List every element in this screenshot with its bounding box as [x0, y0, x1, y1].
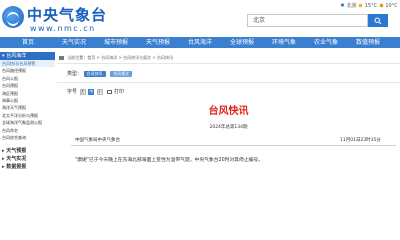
nav-agriculture[interactable]: 农业气象	[310, 37, 342, 48]
print-link[interactable]: 打印	[114, 89, 124, 95]
nav-typhoon-ocean[interactable]: 台风海洋	[184, 37, 216, 48]
search-icon	[374, 17, 382, 25]
sidebar-section-title[interactable]: ▾ 台风海洋	[0, 52, 55, 60]
sidebar-item-ocean-weather[interactable]: 海洋天气预报	[0, 104, 55, 111]
font-size-small-button[interactable]: 小	[96, 88, 103, 95]
type-filter: 类型： 台风快讯 台风报文	[67, 70, 135, 77]
chevron-right-icon: ▸	[2, 156, 5, 163]
sidebar-group-forecast[interactable]: ▸ 天气预报	[0, 147, 55, 155]
main-content: 当前位置：首页 > 台风海洋 > 台风快讯与报文 > 台风快讯 类型： 台风快讯…	[57, 52, 400, 240]
issue-number: 2024年总第134期	[209, 125, 248, 130]
article-body: "康妮"已于今天晚上在东海北部海面上变性为温带气旋，中央气象台20时对其停止编号…	[75, 158, 264, 163]
sidebar-item-maritime[interactable]: 海事公报	[0, 97, 55, 104]
publish-date: 11月01日23时35分	[340, 138, 381, 143]
type-chip-typhoon-report[interactable]: 台风报文	[110, 70, 133, 77]
search-input[interactable]: 北京	[247, 14, 368, 27]
divider	[57, 63, 400, 64]
font-size-label: 字号	[67, 89, 78, 95]
nav-weather-observation[interactable]: 天气实况	[58, 37, 90, 48]
print-icon[interactable]	[107, 89, 113, 94]
location-icon	[340, 3, 345, 8]
logo-icon[interactable]	[2, 6, 24, 28]
site-header: 中央气象台 www.nmc.cn 北京 15°C 10°C 北京	[0, 0, 400, 37]
nav-numerical[interactable]: 数值预报	[352, 37, 384, 48]
nav-weather-forecast[interactable]: 天气预报	[142, 37, 174, 48]
breadcrumb-typhoon-news[interactable]: 台风快讯与报文	[123, 55, 151, 60]
weather-widget[interactable]: 北京 15°C 10°C	[340, 2, 398, 9]
chevron-right-icon: ▸	[2, 164, 5, 171]
type-label: 类型：	[67, 71, 83, 77]
sidebar-item-global-ocean[interactable]: 全球海洋气象监测公报	[0, 119, 55, 126]
sidebar-item-typhoon-alert[interactable]: 台风快讯/台风预警	[0, 60, 55, 68]
chevron-down-icon: ▾	[2, 53, 5, 59]
sidebar-group-observation[interactable]: ▸ 天气实况	[0, 155, 55, 163]
breadcrumb-current: 台风快讯	[157, 55, 173, 60]
search-button[interactable]	[368, 14, 388, 27]
nav-global-forecast[interactable]: 全球预报	[226, 37, 258, 48]
main-nav: 首页 天气实况 城市预报 天气预报 台风海洋 全球预报 环境气象 农业气象 数值…	[0, 37, 400, 48]
sidebar-item-typhoon-naming[interactable]: 台风命名	[0, 127, 55, 134]
weather-icon	[358, 3, 363, 8]
type-chip-typhoon-alert[interactable]: 台风快讯	[83, 70, 106, 77]
sidebar-item-typhoon-bulletin[interactable]: 台风公报	[0, 75, 55, 82]
divider	[71, 145, 396, 146]
home-icon	[59, 56, 64, 60]
sidebar-item-sea-area[interactable]: 海区预报	[0, 90, 55, 97]
sidebar-item-typhoon-query[interactable]: 台风综合查询	[0, 134, 55, 141]
chevron-right-icon: ▸	[2, 148, 5, 155]
small-weather-icon	[379, 3, 384, 8]
sidebar: ▾ 台风海洋 台风快讯/台风预警 台风路径预报 台风公报 台风预报 海区预报 海…	[0, 52, 55, 240]
article-tools: 字号 大 中 小 打印	[67, 88, 124, 95]
sidebar-item-typhoon-track[interactable]: 台风路径预报	[0, 67, 55, 74]
font-size-medium-button[interactable]: 中	[88, 88, 95, 95]
site-url: www.nmc.cn	[30, 24, 96, 33]
publisher: 中国气象局中央气象台	[75, 138, 120, 143]
sidebar-item-north-pacific[interactable]: 北太平洋分析与预报	[0, 112, 55, 119]
breadcrumb: 当前位置：首页 > 台风海洋 > 台风快讯与报文 > 台风快讯	[59, 55, 173, 61]
city-label: 北京	[346, 3, 357, 9]
nav-environment[interactable]: 环境气象	[268, 37, 300, 48]
site-logo-text[interactable]: 中央气象台	[27, 4, 107, 25]
divider	[57, 82, 400, 83]
font-size-large-button[interactable]: 大	[79, 88, 86, 95]
article-title: 台风快讯	[208, 106, 249, 117]
nav-home[interactable]: 首页	[18, 37, 38, 48]
temperature-low-label: 10°C	[385, 3, 398, 9]
sidebar-item-typhoon-forecast[interactable]: 台风预报	[0, 82, 55, 89]
nav-city-forecast[interactable]: 城市预报	[100, 37, 132, 48]
temperature-label: 15°C	[364, 3, 378, 9]
breadcrumb-typhoon-ocean[interactable]: 台风海洋	[101, 55, 117, 60]
sidebar-group-data[interactable]: ▸ 数据报报	[0, 163, 55, 171]
